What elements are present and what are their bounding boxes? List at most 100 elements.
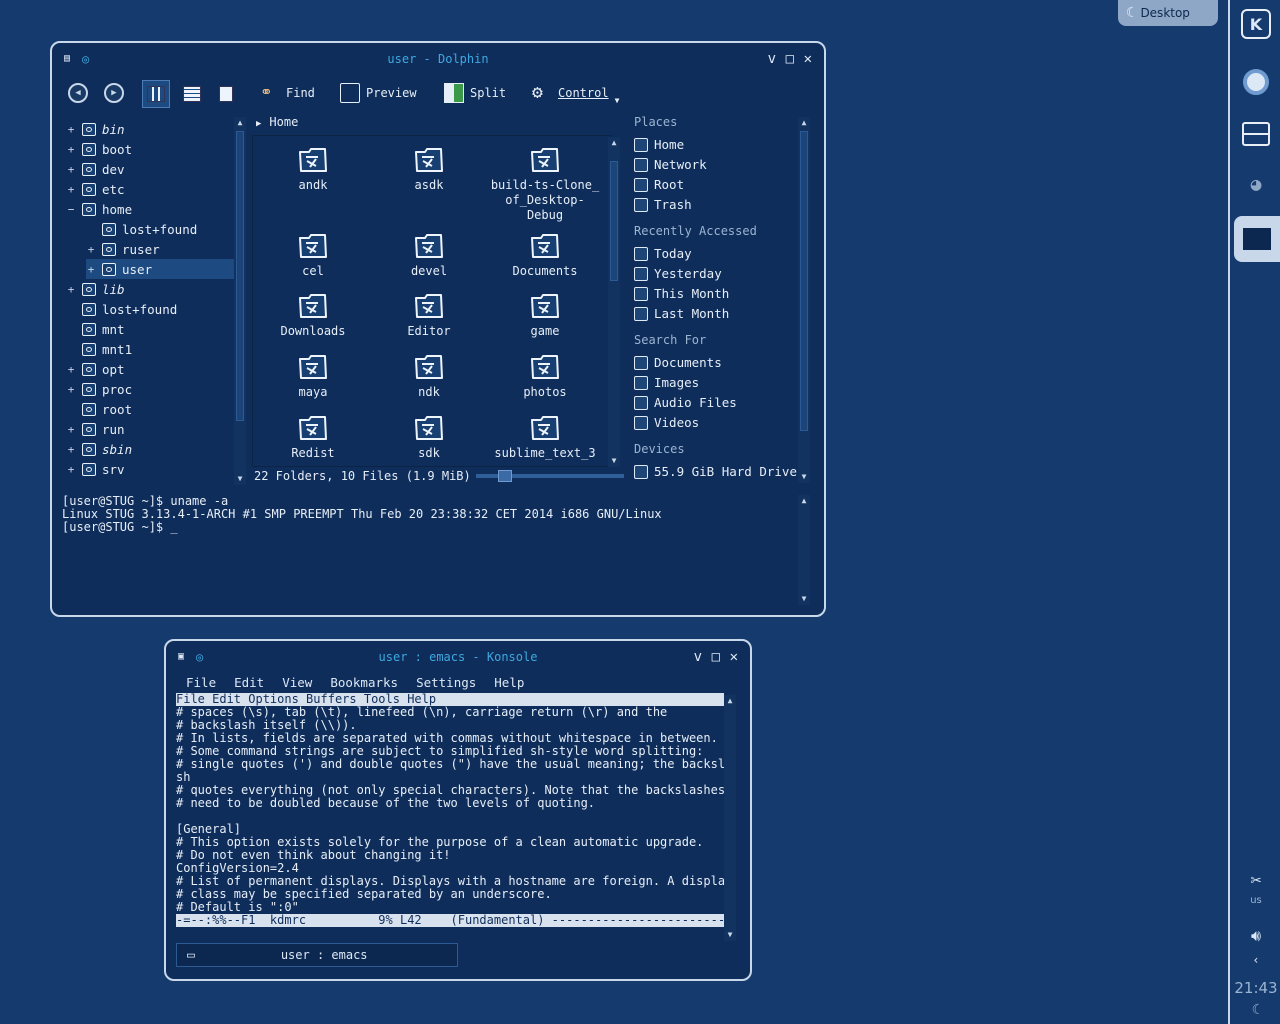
tree-item[interactable]: lost+found bbox=[86, 219, 242, 239]
tree-item[interactable]: − home bbox=[66, 199, 242, 219]
scroll-down-icon[interactable]: ▼ bbox=[798, 471, 810, 483]
file-item[interactable]: andk bbox=[255, 146, 371, 193]
expand-icon[interactable]: + bbox=[86, 263, 96, 276]
maximize-icon[interactable]: □ bbox=[786, 51, 794, 67]
menu-file[interactable]: File bbox=[186, 675, 216, 690]
split-button[interactable]: Split bbox=[444, 77, 506, 109]
browser-launcher[interactable] bbox=[1236, 62, 1276, 102]
scroll-down-icon[interactable]: ▼ bbox=[234, 473, 246, 485]
scroll-thumb[interactable] bbox=[610, 161, 618, 281]
expand-icon[interactable]: + bbox=[66, 143, 76, 156]
tree-item[interactable]: + run bbox=[66, 419, 242, 439]
scroll-thumb[interactable] bbox=[236, 131, 244, 421]
expand-icon[interactable]: + bbox=[66, 463, 76, 476]
terminal-panel[interactable]: [user@STUG ~]$ uname -a Linux STUG 3.13.4… bbox=[62, 495, 792, 605]
filemanager-launcher[interactable] bbox=[1236, 114, 1276, 154]
tree-item[interactable]: lost+found bbox=[66, 299, 242, 319]
tree-item[interactable]: + user bbox=[86, 259, 242, 279]
expand-icon[interactable]: + bbox=[66, 383, 76, 396]
places-item[interactable]: Yesterday bbox=[634, 266, 722, 281]
tree-item[interactable]: + sys bbox=[66, 479, 242, 483]
breadcrumb[interactable]: ▶ Home bbox=[256, 115, 298, 129]
terminal-scrollbar[interactable]: ▲ ▼ bbox=[798, 495, 810, 605]
expand-icon[interactable]: + bbox=[66, 363, 76, 376]
keyboard-layout[interactable]: us bbox=[1236, 888, 1276, 912]
file-item[interactable]: build-ts-Clone_ of_Desktop- Debug bbox=[487, 146, 603, 223]
minimize-icon[interactable]: v bbox=[694, 649, 702, 665]
forward-button[interactable]: ▶ bbox=[104, 83, 124, 103]
places-item[interactable]: Home bbox=[634, 137, 684, 152]
expand-icon[interactable]: + bbox=[86, 243, 96, 256]
scroll-down-icon[interactable]: ▼ bbox=[608, 455, 620, 467]
konsole-launcher[interactable] bbox=[1234, 216, 1280, 262]
expand-icon[interactable]: + bbox=[66, 423, 76, 436]
places-item[interactable]: 55.9 GiB Hard Drive bbox=[634, 464, 797, 479]
close-icon[interactable]: ✕ bbox=[730, 649, 738, 665]
places-item[interactable]: Trash bbox=[634, 197, 692, 212]
menu-settings[interactable]: Settings bbox=[416, 675, 476, 690]
scroll-down-icon[interactable]: ▼ bbox=[798, 593, 810, 605]
konsole-session-tab[interactable]: ▭ user : emacs bbox=[176, 943, 458, 967]
columns-view-button[interactable] bbox=[212, 80, 240, 108]
scroll-thumb[interactable] bbox=[800, 131, 808, 431]
file-item[interactable]: sublime_text_3 bbox=[487, 414, 603, 461]
file-item[interactable]: game bbox=[487, 292, 603, 339]
back-button[interactable]: ◀ bbox=[68, 83, 88, 103]
places-item[interactable]: Root bbox=[634, 177, 684, 192]
menu-edit[interactable]: Edit bbox=[234, 675, 264, 690]
tree-item[interactable]: + proc bbox=[66, 379, 242, 399]
control-button[interactable]: ⚙ Control ▼ bbox=[532, 77, 619, 109]
file-item[interactable]: ndk bbox=[371, 353, 487, 400]
places-item[interactable]: Audio Files bbox=[634, 395, 737, 410]
icons-view-button[interactable] bbox=[142, 80, 170, 108]
file-item[interactable]: Documents bbox=[487, 232, 603, 279]
tree-item[interactable]: + etc bbox=[66, 179, 242, 199]
expand-icon[interactable]: + bbox=[66, 483, 76, 484]
places-item[interactable]: Today bbox=[634, 246, 692, 261]
tree-item[interactable]: mnt1 bbox=[66, 339, 242, 359]
tree-item[interactable]: + boot bbox=[66, 139, 242, 159]
find-button[interactable]: ⚭ Find bbox=[260, 77, 315, 109]
scroll-up-icon[interactable]: ▲ bbox=[608, 137, 620, 149]
tree-item[interactable]: mnt bbox=[66, 319, 242, 339]
scroll-up-icon[interactable]: ▲ bbox=[724, 695, 736, 707]
close-icon[interactable]: ✕ bbox=[804, 51, 812, 67]
dolphin-titlebar[interactable]: ▤ ◎ user - Dolphin v □ ✕ bbox=[52, 43, 824, 77]
places-item[interactable]: Images bbox=[634, 375, 699, 390]
activities-button[interactable]: ☾ bbox=[1236, 996, 1276, 1024]
expand-icon[interactable]: + bbox=[66, 163, 76, 176]
scroll-up-icon[interactable]: ▲ bbox=[798, 495, 810, 507]
menu-help[interactable]: Help bbox=[494, 675, 524, 690]
maximize-icon[interactable]: □ bbox=[712, 649, 720, 665]
file-item[interactable]: sdk bbox=[371, 414, 487, 461]
file-view-scrollbar[interactable]: ▲ ▼ bbox=[608, 137, 620, 467]
file-view[interactable]: andk asdk build-ts-Clone_ of_Desktop- Debug c… bbox=[252, 135, 612, 467]
places-scrollbar[interactable]: ▲ ▼ bbox=[798, 117, 810, 483]
tree-item[interactable]: + opt bbox=[66, 359, 242, 379]
expand-icon[interactable]: + bbox=[66, 183, 76, 196]
places-item[interactable]: This Month bbox=[634, 286, 729, 301]
tree-item[interactable]: root bbox=[66, 399, 242, 419]
menu-view[interactable]: View bbox=[282, 675, 312, 690]
konsole-scrollbar[interactable]: ▲ ▼ bbox=[724, 695, 736, 941]
tree-item[interactable]: + sbin bbox=[66, 439, 242, 459]
breadcrumb-home[interactable]: Home bbox=[269, 115, 298, 129]
file-item[interactable]: Editor bbox=[371, 292, 487, 339]
folders-scrollbar[interactable]: ▲ ▼ bbox=[234, 117, 246, 485]
expand-icon[interactable]: + bbox=[66, 123, 76, 136]
places-item[interactable]: Network bbox=[634, 157, 707, 172]
zoom-slider[interactable] bbox=[476, 470, 624, 482]
emacs-buffer[interactable]: File Edit Options Buffers Tools Help # s… bbox=[176, 693, 724, 929]
menu-bookmarks[interactable]: Bookmarks bbox=[330, 675, 398, 690]
scroll-up-icon[interactable]: ▲ bbox=[798, 117, 810, 129]
desktop-tab[interactable]: ☾ Desktop bbox=[1118, 0, 1218, 26]
tree-item[interactable]: + bin bbox=[66, 119, 242, 139]
gimp-launcher[interactable]: ◕ bbox=[1236, 164, 1276, 204]
konsole-titlebar[interactable]: ▣ ◎ user : emacs - Konsole v □ ✕ bbox=[166, 641, 750, 675]
tree-item[interactable]: + dev bbox=[66, 159, 242, 179]
places-item[interactable]: Last Month bbox=[634, 306, 729, 321]
file-item[interactable]: Redist bbox=[255, 414, 371, 461]
kde-menu-button[interactable]: K bbox=[1236, 4, 1276, 44]
minimize-icon[interactable]: v bbox=[768, 51, 776, 67]
scroll-down-icon[interactable]: ▼ bbox=[724, 929, 736, 941]
